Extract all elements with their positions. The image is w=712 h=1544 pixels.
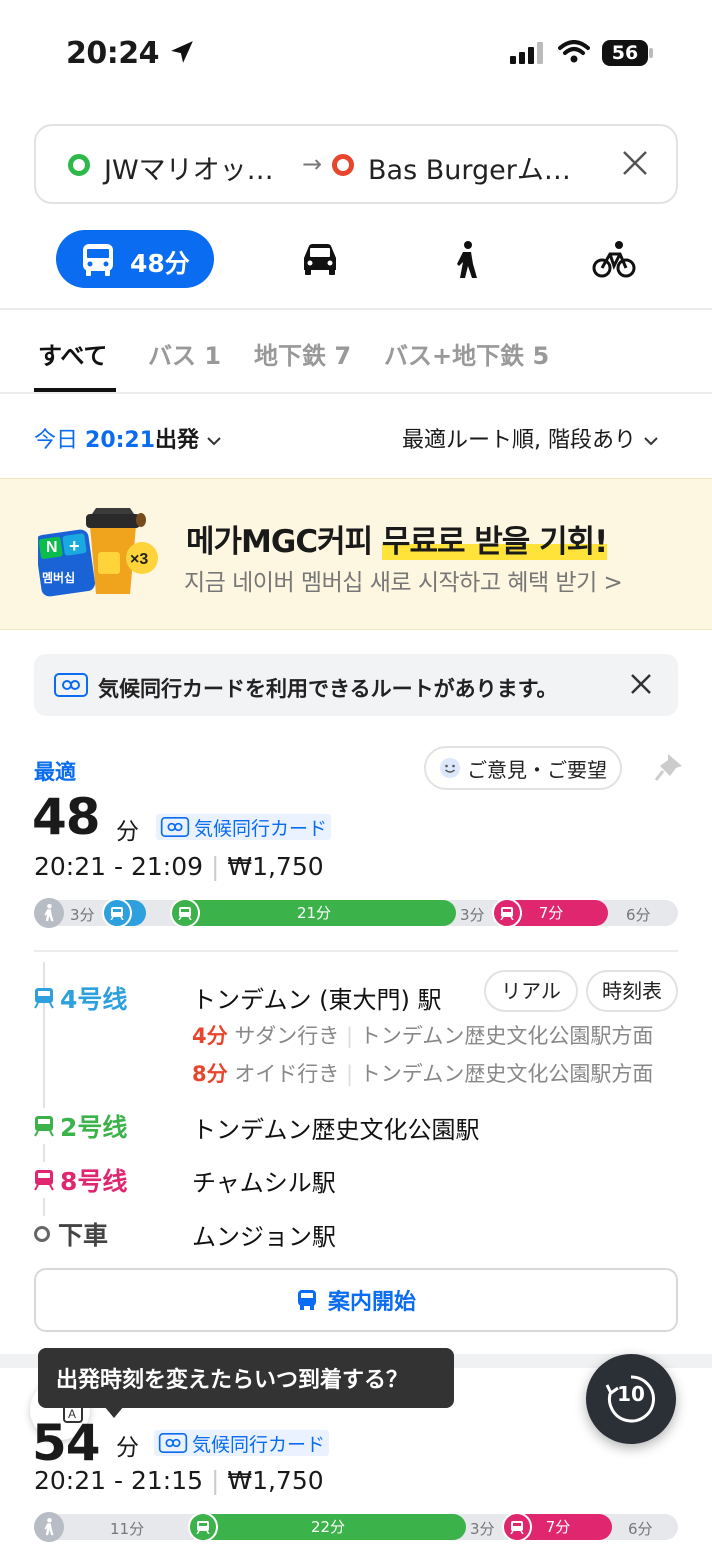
subway-icon [502,1512,532,1542]
destination-field[interactable]: Bas Burgerム… [368,148,571,187]
tab-subway[interactable]: 地下鉄 7 [254,336,351,371]
signal-icon [510,42,546,68]
climate-card-icon [158,1433,188,1453]
mode-transit-duration: 48分 [130,249,190,278]
tab-bus[interactable]: バス 1 [148,336,221,371]
leg-station: トンデムン (東大門) 駅 [192,986,442,1014]
subway-icon [34,1170,54,1191]
ad-subtext: 지금 네이버 멤버십 새로 시작하고 혜택 받기 > [184,570,623,596]
sort-selector[interactable]: 最適ルート順, 階段あり [402,422,659,454]
timetable-button[interactable]: 時刻表 [586,970,678,1012]
arrival-info: 4分 サダン行き | トンデムン歴史文化公園駅方面 [192,1024,654,1048]
timeline-segment-line2: 21分 [172,900,456,926]
arrow-right-icon: → [302,150,323,178]
walk-icon [34,1512,64,1542]
pin-icon[interactable] [654,752,684,788]
origin-field[interactable]: JWマリオッ… [104,148,274,187]
location-arrow-icon [171,41,193,63]
subway-icon [492,898,522,928]
smile-icon [440,758,460,778]
destination-dot-icon [332,154,354,176]
route1-duration: 48 [32,788,101,846]
battery-icon: 56 [602,40,648,66]
timeline-segment-line2: 22分 [190,1514,466,1540]
leg-line8: 8号线 [34,1162,128,1198]
tab-bus-subway[interactable]: バス+地下鉄 5 [384,336,549,371]
bus-icon [297,1290,316,1310]
chevron-down-icon [644,437,658,446]
leg-station: チャムシル駅 [192,1169,336,1197]
svg-text:멤버십: 멤버십 [42,570,75,585]
climate-card-icon [160,817,190,837]
route2-time-fare: 20:21 - 21:15 | ₩1,750 [34,1466,324,1495]
bicycle-icon[interactable] [592,240,636,282]
timeline-end-label: 6分 [626,906,651,924]
timeline-walk-label: 11分 [110,1520,145,1538]
route1-time-fare: 20:21 - 21:09 | ₩1,750 [34,852,324,881]
leg-station: ムンジョン駅 [192,1223,336,1251]
close-icon[interactable] [620,148,650,182]
svg-text:+: + [69,536,80,556]
svg-text:N: N [46,539,58,556]
timeline-transfer-label: 3分 [460,906,485,924]
subway-icon [188,1512,218,1542]
arrival-info: 8分 オイド行き | トンデムン歴史文化公園駅方面 [192,1062,654,1086]
subway-icon [102,898,132,928]
best-route-tag: 最適 [34,760,76,784]
leg-line4: 4号线 [34,980,127,1016]
ad-headline: 메가MGC커피 무료로 받을 기회! [186,524,608,560]
status-time: 20:24 [66,36,195,71]
svg-text:×3: ×3 [130,551,148,568]
notice-close-icon[interactable] [628,671,654,701]
leg-station: トンデムン歴史文化公園駅 [192,1116,480,1144]
subway-icon [34,988,54,1009]
subway-icon [34,1116,54,1137]
alight-dot-icon [34,1226,50,1242]
timeline-walk-label: 3分 [70,906,95,924]
bus-icon [80,243,116,281]
leg-alight: 下車 [34,1216,109,1252]
notice-text: 気候同行カードを利用できるルートがあります。 [98,677,558,701]
route1-duration-unit: 分 [116,819,139,845]
climate-card-icon [54,673,88,701]
timeline-transfer-label: 3分 [470,1520,495,1538]
tab-all[interactable]: すべて [38,336,107,371]
feedback-button[interactable]: ご意見・ご要望 [424,746,622,790]
route2-card-badge: 気候同行カード [154,1430,330,1456]
walk-icon [34,898,64,928]
departure-time-tooltip[interactable]: 出発時刻を変えたらいつ到着する？ [38,1348,454,1408]
departure-time-selector[interactable]: 今日 20:21出発 [34,422,222,454]
chevron-down-icon [207,437,221,446]
origin-dot-icon [68,154,90,176]
membership-coffee-icon: N + 멤버십 ×3 [34,506,162,606]
timeline-end-label: 6分 [628,1520,653,1538]
car-icon[interactable] [300,242,340,280]
start-guidance-button[interactable]: 案内開始 [34,1268,678,1332]
route2-duration-unit: 分 [116,1435,139,1461]
leg-line2: 2号线 [34,1108,128,1144]
walk-icon[interactable] [452,240,482,284]
time-shift-button[interactable]: 10 [586,1354,676,1444]
route1-card-badge: 気候同行カード [156,814,332,840]
route2-duration: 54 [32,1414,101,1472]
subway-icon [170,898,200,928]
realtime-button[interactable]: リアル [484,970,578,1012]
wifi-icon [558,40,590,68]
